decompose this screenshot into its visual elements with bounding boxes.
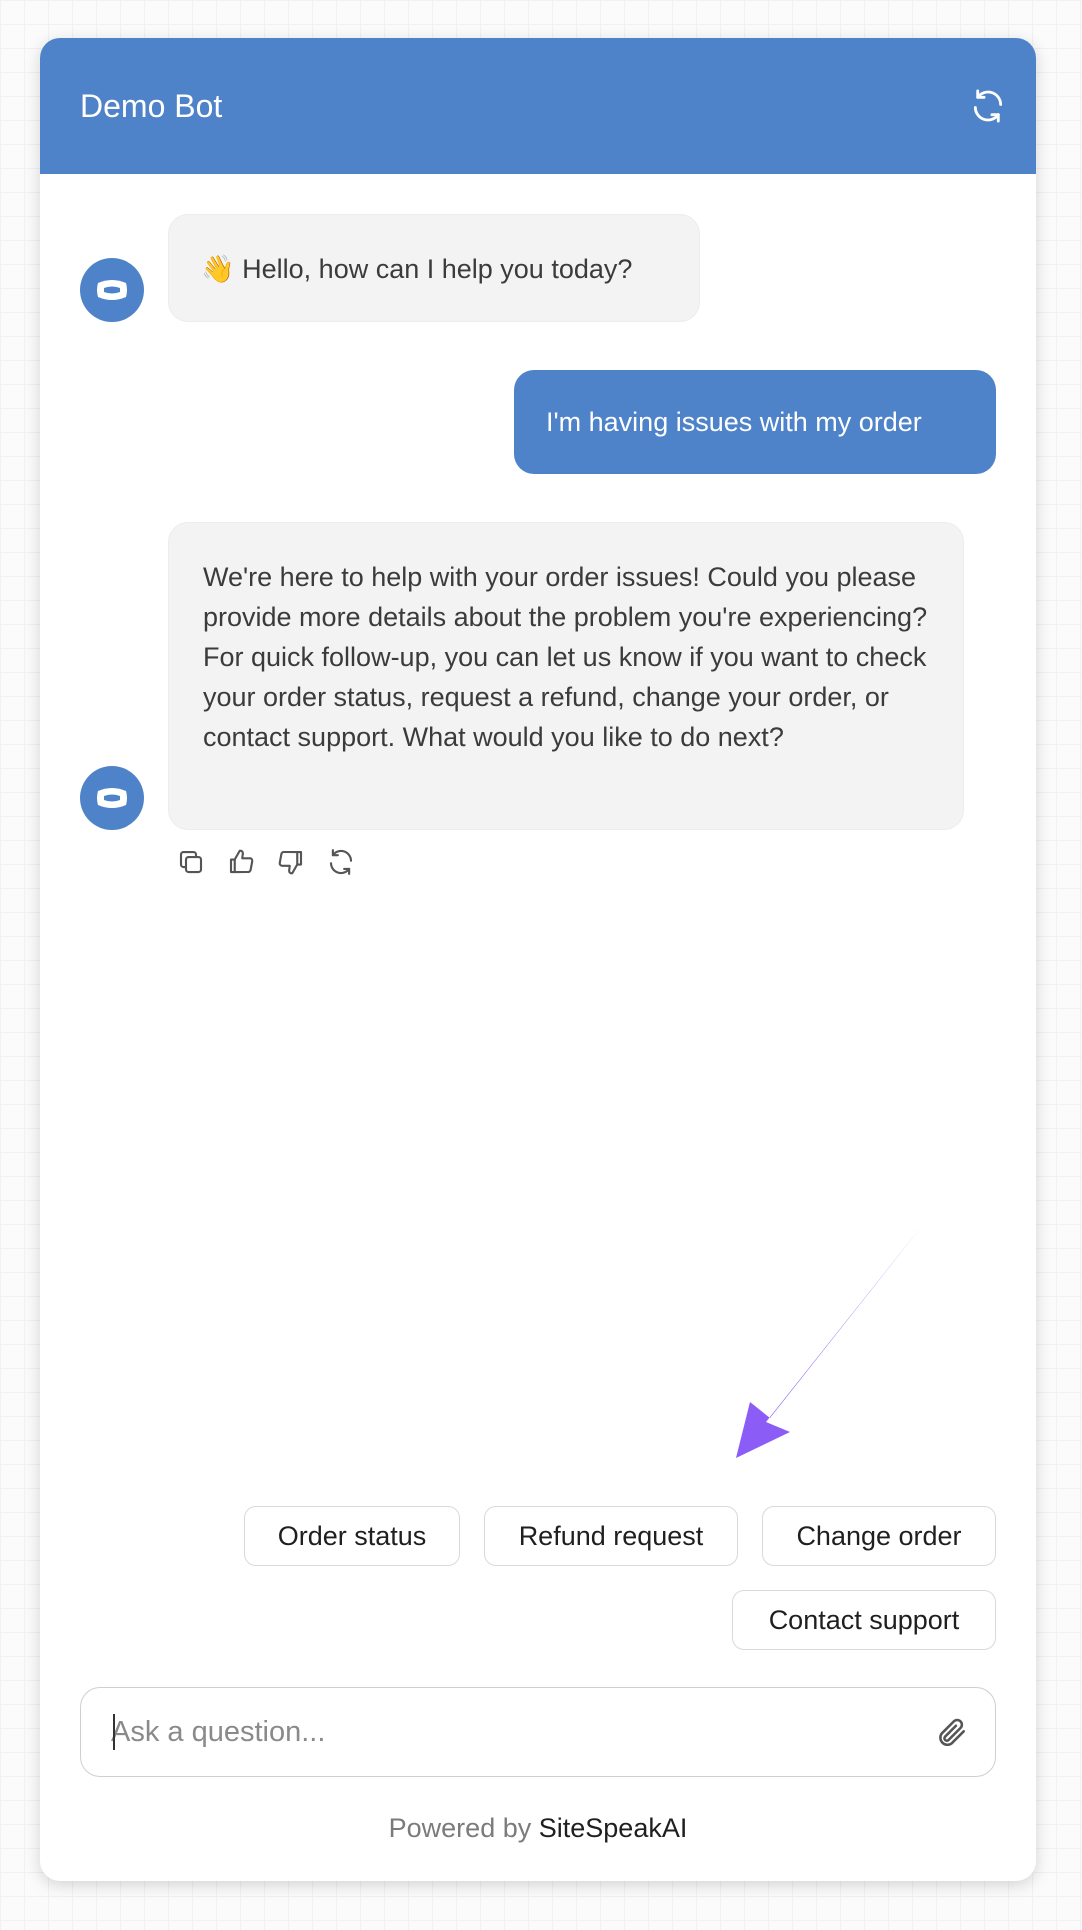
powered-by: Powered by SiteSpeakAI xyxy=(40,1810,1036,1846)
user-message-text: I'm having issues with my order xyxy=(546,407,922,437)
message-input-box xyxy=(80,1687,996,1777)
bot-message: We're here to help with your order issue… xyxy=(168,522,964,830)
chat-widget: Demo Bot 👋 Hello, how can I help you tod… xyxy=(40,38,1036,1881)
bot-avatar xyxy=(80,258,144,322)
copy-icon[interactable] xyxy=(174,845,208,879)
text-cursor xyxy=(113,1714,115,1750)
suggestion-contact-support[interactable]: Contact support xyxy=(732,1590,996,1650)
message-input[interactable] xyxy=(111,1710,891,1754)
user-message: I'm having issues with my order xyxy=(514,370,996,474)
bot-message-text: We're here to help with your order issue… xyxy=(203,562,928,752)
bot-name: Demo Bot xyxy=(80,88,223,124)
chat-header: Demo Bot xyxy=(40,38,1036,174)
bot-logo-icon xyxy=(97,280,127,300)
bot-logo-icon xyxy=(97,788,127,808)
suggestion-change-order[interactable]: Change order xyxy=(762,1506,996,1566)
brand-link[interactable]: SiteSpeakAI xyxy=(539,1813,688,1843)
bot-message-text: Hello, how can I help you today? xyxy=(242,254,633,284)
regenerate-icon[interactable] xyxy=(324,845,358,879)
suggestion-refund-request[interactable]: Refund request xyxy=(484,1506,738,1566)
thumbs-up-icon[interactable] xyxy=(224,845,258,879)
bot-avatar xyxy=(80,766,144,830)
wave-emoji: 👋 xyxy=(201,254,235,284)
message-actions xyxy=(174,845,358,879)
powered-by-label: Powered by xyxy=(388,1813,532,1843)
thumbs-down-icon[interactable] xyxy=(274,845,308,879)
suggestion-order-status[interactable]: Order status xyxy=(244,1506,460,1566)
refresh-icon[interactable] xyxy=(966,84,1010,128)
bot-message: 👋 Hello, how can I help you today? xyxy=(168,214,700,322)
paperclip-icon[interactable] xyxy=(929,1710,973,1754)
